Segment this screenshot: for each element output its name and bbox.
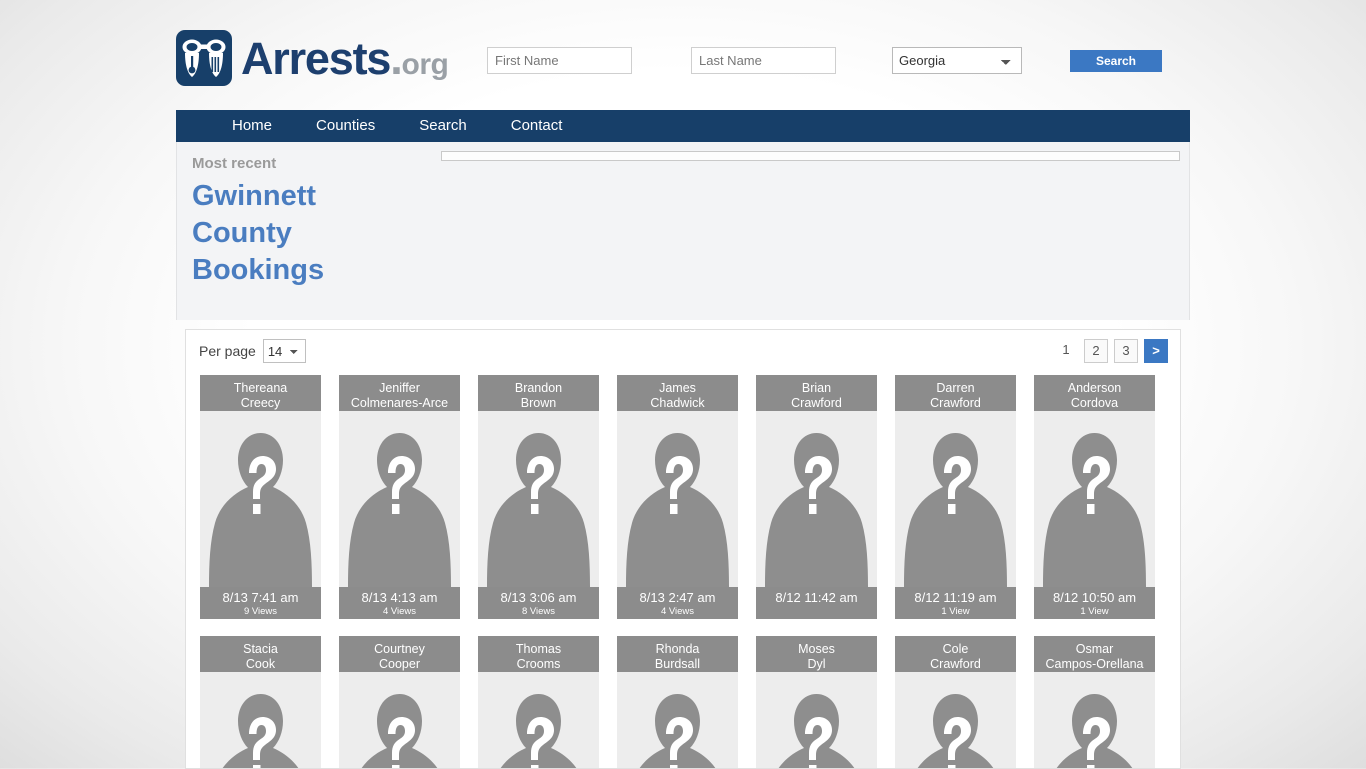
booking-meta: 8/12 11:42 am (756, 587, 877, 619)
booking-meta: 8/13 3:06 am 8 Views (478, 587, 599, 619)
booking-name: Brandon Brown (478, 375, 599, 411)
last-name-input[interactable] (691, 47, 836, 74)
booking-card[interactable]: Anderson Cordova 8/12 10:50 am 1 View (1034, 375, 1155, 619)
unknown-person-placeholder-icon (617, 411, 738, 587)
page-link-2[interactable]: 2 (1084, 339, 1108, 363)
header-search-form: Georgia Search (487, 47, 1162, 74)
booking-card[interactable]: Darren Crawford 8/12 11:19 am 1 View (895, 375, 1016, 619)
booking-views: 9 Views (243, 606, 278, 617)
ad-placeholder (441, 151, 1180, 161)
nav-item-home[interactable]: Home (210, 110, 294, 142)
booking-card[interactable]: Thomas Crooms (478, 636, 599, 768)
results-panel: Per page 14 1 2 3 > Thereana Creecy 8/13… (185, 329, 1181, 769)
nav-item-search[interactable]: Search (397, 110, 489, 142)
booking-name: Thereana Creecy (200, 375, 321, 411)
booking-meta: 8/12 10:50 am 1 View (1034, 587, 1155, 619)
booking-views: 1 View (1080, 606, 1109, 617)
hero-heading-block: Most recent Gwinnett County Bookings (192, 155, 442, 289)
booking-card[interactable]: Stacia Cook (200, 636, 321, 768)
booking-time: 8/12 10:50 am (1052, 590, 1137, 605)
per-page-label: Per page (199, 343, 256, 359)
booking-name: Stacia Cook (200, 636, 321, 672)
hero-eyebrow: Most recent (192, 155, 277, 172)
unknown-person-placeholder-icon (756, 672, 877, 768)
booking-name: Thomas Crooms (478, 636, 599, 672)
unknown-person-placeholder-icon (1034, 411, 1155, 587)
booking-name: Anderson Cordova (1034, 375, 1155, 411)
unknown-person-placeholder-icon (617, 672, 738, 768)
booking-views: 4 Views (660, 606, 695, 617)
booking-meta: 8/13 7:41 am 9 Views (200, 587, 321, 619)
unknown-person-placeholder-icon (895, 672, 1016, 768)
booking-card[interactable]: Jeniffer Colmenares-Arce 8/13 4:13 am 4 V… (339, 375, 460, 619)
page-current: 1 (1062, 342, 1070, 357)
unknown-person-placeholder-icon (200, 672, 321, 768)
logo-wordmark: Arrests.org (241, 32, 449, 84)
unknown-person-placeholder-icon (895, 411, 1016, 587)
next-page-button[interactable]: > (1144, 339, 1168, 363)
booking-time: 8/13 2:47 am (639, 590, 716, 605)
unknown-person-placeholder-icon (1034, 672, 1155, 768)
booking-time: 8/12 11:19 am (914, 590, 997, 605)
booking-name: Brian Crawford (756, 375, 877, 411)
booking-name: Moses Dyl (756, 636, 877, 672)
page-title: Gwinnett County Bookings (192, 180, 325, 286)
hero-section: Most recent Gwinnett County Bookings (176, 142, 1190, 320)
logo-brand-text: Arrests (241, 32, 391, 84)
unknown-person-placeholder-icon (200, 411, 321, 587)
first-name-input[interactable] (487, 47, 632, 74)
logo-tld: org (401, 47, 449, 81)
state-select[interactable]: Georgia (892, 47, 1022, 74)
booking-card[interactable]: Cole Crawford (895, 636, 1016, 768)
booking-name: James Chadwick (617, 375, 738, 411)
booking-name: Cole Crawford (895, 636, 1016, 672)
per-page-control: Per page 14 (199, 339, 306, 363)
booking-meta: 8/13 2:47 am 4 Views (617, 587, 738, 619)
booking-card[interactable]: Moses Dyl (756, 636, 877, 768)
booking-card[interactable]: Rhonda Burdsall (617, 636, 738, 768)
booking-time: 8/13 3:06 am (500, 590, 577, 605)
booking-meta: 8/12 11:19 am 1 View (895, 587, 1016, 619)
booking-views: 8 Views (521, 606, 556, 617)
booking-name: Rhonda Burdsall (617, 636, 738, 672)
booking-name: Darren Crawford (895, 375, 1016, 411)
search-button[interactable]: Search (1070, 49, 1162, 72)
booking-card[interactable]: Thereana Creecy 8/13 7:41 am 9 Views (200, 375, 321, 619)
pagination: 1 2 3 > (1054, 339, 1168, 363)
nav-item-counties[interactable]: Counties (294, 110, 397, 142)
booking-card[interactable]: Osmar Campos-Orellana (1034, 636, 1155, 768)
unknown-person-placeholder-icon (339, 411, 460, 587)
booking-card[interactable]: Brian Crawford 8/12 11:42 am (756, 375, 877, 619)
main-navigation: Home Counties Search Contact (176, 110, 1190, 142)
per-page-select[interactable]: 14 (262, 339, 306, 363)
booking-views: 4 Views (382, 606, 417, 617)
unknown-person-placeholder-icon (478, 411, 599, 587)
booking-views: 1 View (941, 606, 970, 617)
unknown-person-placeholder-icon (478, 672, 599, 768)
handcuffs-icon (176, 30, 232, 86)
results-toolbar: Per page 14 1 2 3 > (186, 330, 1180, 375)
booking-card-grid: Thereana Creecy 8/13 7:41 am 9 Views Jeni… (186, 375, 1180, 768)
site-header: Arrests.org Georgia Search (176, 0, 1190, 110)
unknown-person-placeholder-icon (756, 411, 877, 587)
site-logo[interactable]: Arrests.org (176, 30, 449, 86)
booking-name: Courtney Cooper (339, 636, 460, 672)
nav-item-contact[interactable]: Contact (489, 110, 585, 142)
booking-time: 8/13 4:13 am (361, 590, 438, 605)
page-link-3[interactable]: 3 (1114, 339, 1138, 363)
booking-name: Jeniffer Colmenares-Arce (339, 375, 460, 411)
booking-card[interactable]: James Chadwick 8/13 2:47 am 4 Views (617, 375, 738, 619)
booking-card[interactable]: Courtney Cooper (339, 636, 460, 768)
booking-card[interactable]: Brandon Brown 8/13 3:06 am 8 Views (478, 375, 599, 619)
logo-dot: . (390, 32, 403, 84)
booking-time: 8/12 11:42 am (775, 590, 858, 605)
booking-meta: 8/13 4:13 am 4 Views (339, 587, 460, 619)
unknown-person-placeholder-icon (339, 672, 460, 768)
booking-time: 8/13 7:41 am (222, 590, 299, 605)
page-container: Arrests.org Georgia Search Home Counties… (176, 0, 1190, 769)
booking-name: Osmar Campos-Orellana (1034, 636, 1155, 672)
